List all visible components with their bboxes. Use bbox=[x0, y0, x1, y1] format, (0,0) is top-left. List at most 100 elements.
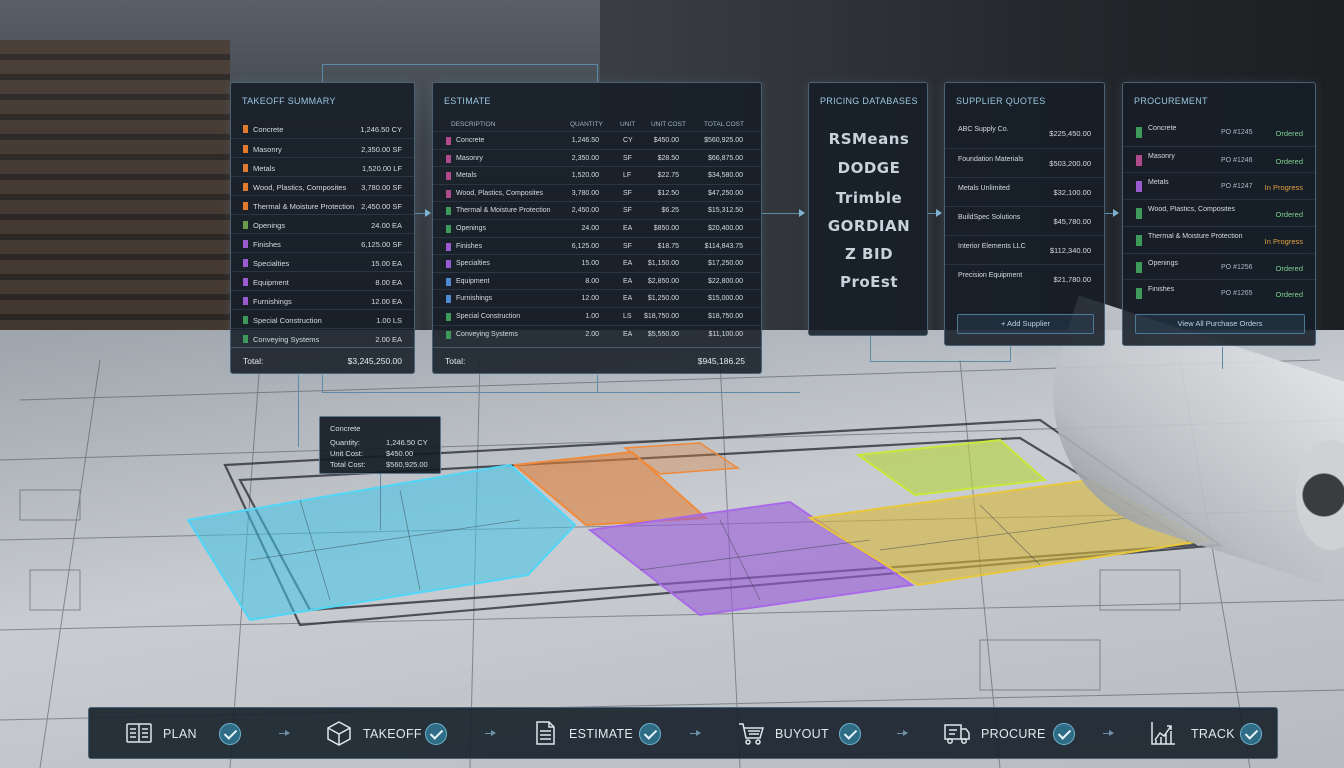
procurement-row[interactable]: Masonry PO #1246 Ordered bbox=[1123, 145, 1315, 173]
estimate-unit: SF bbox=[623, 242, 632, 250]
column-header-unit-cost: UNIT COST bbox=[651, 121, 686, 128]
estimate-unit-cost: $22.75 bbox=[657, 172, 679, 180]
procurement-row[interactable]: Concrete PO #1245 Ordered bbox=[1123, 119, 1315, 146]
procurement-status: Ordered bbox=[1275, 210, 1303, 220]
takeoff-item-label: Wood, Plastics, Composites bbox=[253, 183, 347, 192]
takeoff-row[interactable]: Wood, Plastics, Composites 3,780.00 SF bbox=[231, 176, 414, 195]
estimate-row[interactable]: Concrete 1,246.50 CY $450.00 $560,925.00 bbox=[433, 131, 761, 149]
takeoff-row[interactable]: Specialties 15.00 EA bbox=[231, 252, 414, 271]
trimble-logo[interactable]: Trimble bbox=[809, 189, 929, 207]
truck-icon bbox=[944, 724, 970, 744]
estimate-quantity: 1,520.00 bbox=[571, 172, 599, 180]
procurement-row[interactable]: Thermal & Moisture Protection In Progress bbox=[1123, 225, 1315, 253]
supplier-row[interactable]: ABC Supply Co. $225,450.00 bbox=[945, 119, 1104, 148]
takeoff-row[interactable]: Masonry 2,350.00 SF bbox=[231, 138, 414, 157]
estimate-unit: EA bbox=[623, 295, 633, 303]
proest-logo[interactable]: ProEst bbox=[809, 273, 929, 291]
color-swatch bbox=[243, 240, 248, 248]
zbid-logo[interactable]: Z BID bbox=[809, 245, 929, 263]
cart-icon bbox=[739, 723, 765, 745]
supplier-amount: $225,450.00 bbox=[1049, 129, 1091, 138]
estimate-row[interactable]: Equipment 8.00 EA $2,850.00 $22,800.00 bbox=[433, 271, 761, 290]
color-swatch bbox=[243, 297, 248, 305]
step-track[interactable]: TRACK bbox=[1113, 708, 1319, 760]
supplier-row[interactable]: Precision Equipment $21,780.00 bbox=[945, 264, 1104, 293]
estimate-row[interactable]: Openings 24.00 EA $850.00 $20,400.00 bbox=[433, 219, 761, 237]
connector-line bbox=[322, 64, 323, 82]
step-plan[interactable]: PLAN bbox=[89, 708, 295, 760]
estimate-row[interactable]: Finishes 6,125.00 SF $18.75 $114,843.75 bbox=[433, 236, 761, 255]
takeoff-row[interactable]: Furnishings 12.00 EA bbox=[231, 290, 414, 309]
estimate-row[interactable]: Furnishings 12.00 EA $1,250.00 $15,000.00 bbox=[433, 289, 761, 307]
takeoff-row[interactable]: Metals 1,520.00 LF bbox=[231, 157, 414, 176]
takeoff-item-value: 8.00 EA bbox=[375, 278, 402, 287]
estimate-quantity: 1.00 bbox=[585, 313, 599, 320]
supplier-row[interactable]: BuildSpec Solutions $45,780.00 bbox=[945, 206, 1104, 235]
estimate-quantity: 3,780.00 bbox=[571, 189, 599, 197]
estimate-description: Metals bbox=[456, 172, 477, 180]
color-swatch bbox=[243, 278, 248, 286]
estimate-row[interactable]: Thermal & Moisture Protection 2,450.00 SF $… bbox=[433, 201, 761, 219]
takeoff-row[interactable]: Special Construction 1.00 LS bbox=[231, 309, 414, 328]
estimate-total-cost: $560,925.00 bbox=[704, 137, 743, 144]
supplier-row[interactable]: Foundation Materials $503,200.00 bbox=[945, 148, 1104, 177]
takeoff-item-value: 15.00 EA bbox=[371, 259, 402, 268]
supplier-row[interactable]: Interior Elements LLC $112,340.00 bbox=[945, 235, 1104, 264]
step-arrow-icon bbox=[485, 730, 496, 736]
color-swatch bbox=[446, 225, 451, 233]
takeoff-row[interactable]: Thermal & Moisture Protection 2,450.00 SF bbox=[231, 195, 414, 214]
connector-line bbox=[1010, 345, 1011, 362]
total-value: $945,186.25 bbox=[697, 356, 745, 366]
takeoff-row[interactable]: Conveying Systems 2.00 EA bbox=[231, 328, 414, 347]
connector-line bbox=[322, 392, 800, 393]
supplier-row[interactable]: Metals Unlimited $32,100.00 bbox=[945, 177, 1104, 206]
step-procure[interactable]: PROCURE bbox=[907, 708, 1113, 760]
takeoff-row[interactable]: Openings 24.00 EA bbox=[231, 214, 414, 233]
color-swatch bbox=[446, 242, 451, 251]
estimate-row[interactable]: Conveying Systems 2.00 EA $5,550.00 $11,100.… bbox=[433, 324, 761, 343]
takeoff-item-label: Conveying Systems bbox=[253, 335, 320, 344]
color-swatch bbox=[446, 207, 451, 216]
takeoff-row[interactable]: Finishes 6,125.00 SF bbox=[231, 233, 414, 252]
color-swatch bbox=[243, 316, 248, 324]
rsmeans-logo[interactable]: RSMeans bbox=[809, 130, 929, 148]
building-under-construction bbox=[0, 40, 230, 380]
step-label-estimate: ESTIMATE bbox=[569, 727, 633, 741]
estimate-row[interactable]: Masonry 2,350.00 SF $28.50 $66,875.00 bbox=[433, 148, 761, 167]
estimate-row[interactable]: Special Construction 1.00 LS $18,750.00 $18,… bbox=[433, 307, 761, 325]
takeoff-total-row: Total: $3,245,250.00 bbox=[231, 347, 414, 371]
takeoff-item-value: 6,125.00 SF bbox=[361, 240, 402, 249]
estimate-quantity: 12.00 bbox=[581, 295, 599, 303]
panel-title: ESTIMATE bbox=[444, 96, 491, 106]
supplier-amount: $45,780.00 bbox=[1053, 217, 1091, 226]
estimate-description: Equipment bbox=[456, 277, 490, 285]
color-swatch bbox=[1136, 288, 1142, 300]
color-swatch bbox=[243, 202, 248, 210]
step-takeoff[interactable]: TAKEOFF bbox=[289, 708, 495, 760]
procurement-po: PO #1265 bbox=[1221, 290, 1253, 298]
takeoff-row[interactable]: Equipment 8.00 EA bbox=[231, 271, 414, 290]
step-estimate[interactable]: ESTIMATE bbox=[495, 708, 701, 760]
step-buyout[interactable]: BUYOUT bbox=[701, 708, 907, 760]
color-swatch bbox=[446, 260, 451, 269]
procurement-item: Concrete bbox=[1148, 125, 1177, 132]
step-arrow-icon bbox=[279, 730, 290, 736]
estimate-row[interactable]: Specialties 15.00 EA $1,150.00 $17,250.00 bbox=[433, 254, 761, 272]
procurement-row[interactable]: Openings PO #1256 Ordered bbox=[1123, 252, 1315, 280]
arrow-icon bbox=[1113, 209, 1119, 217]
gordian-logo[interactable]: GORDIAN bbox=[809, 217, 929, 235]
concrete-tooltip: Concrete Quantity: 1,246.50 CY Unit Cost… bbox=[319, 416, 441, 474]
procurement-row[interactable]: Metals PO #1247 In Progress bbox=[1123, 172, 1315, 199]
estimate-quantity: 2,350.00 bbox=[571, 154, 599, 162]
view-all-purchase-orders-button[interactable]: View All Purchase Orders bbox=[1135, 314, 1305, 334]
add-supplier-button[interactable]: + Add Supplier bbox=[957, 314, 1094, 334]
connector-line bbox=[1222, 347, 1223, 369]
dodge-logo[interactable]: DODGE bbox=[809, 159, 929, 177]
procurement-item: Thermal & Moisture Protection bbox=[1148, 232, 1243, 240]
estimate-row[interactable]: Wood, Plastics, Composites 3,780.00 SF $12.… bbox=[433, 183, 761, 202]
procurement-row[interactable]: Wood, Plastics, Composites Ordered bbox=[1123, 199, 1315, 226]
takeoff-row[interactable]: Concrete 1,246.50 CY bbox=[231, 119, 414, 138]
estimate-description: Thermal & Moisture Protection bbox=[456, 207, 551, 215]
procurement-row[interactable]: Finishes PO #1265 Ordered bbox=[1123, 279, 1315, 306]
estimate-row[interactable]: Metals 1,520.00 LF $22.75 $34,580.00 bbox=[433, 166, 761, 184]
